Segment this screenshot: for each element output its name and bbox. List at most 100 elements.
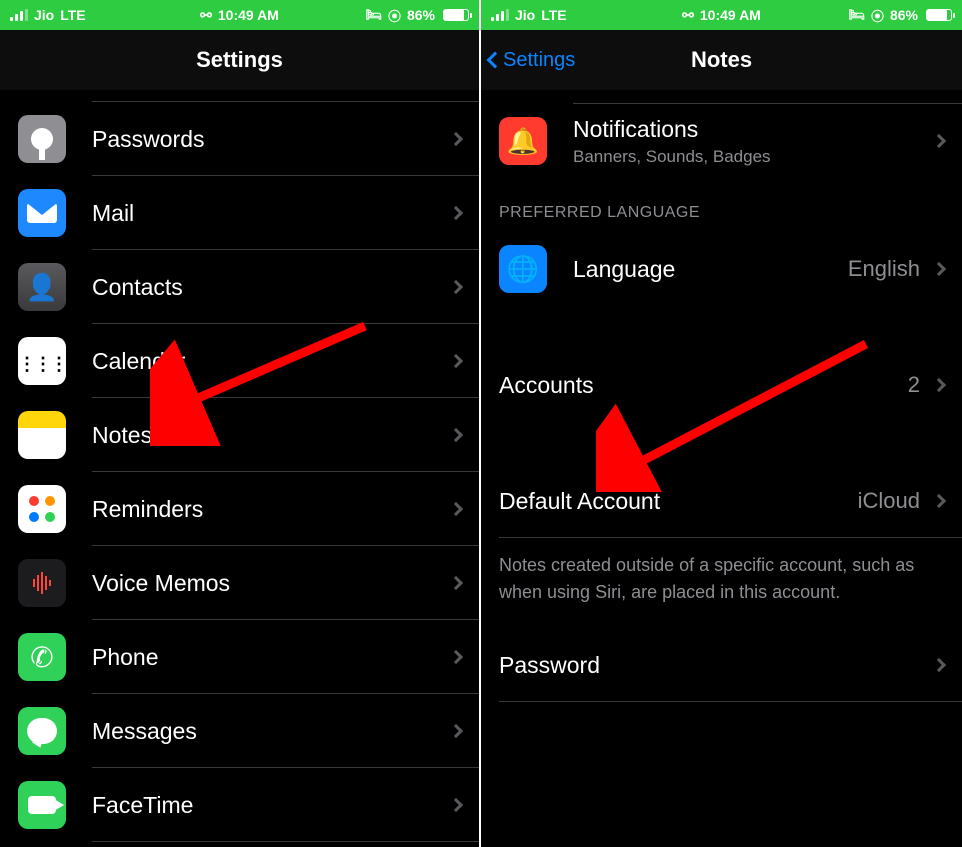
reminders-icon [18,485,66,533]
battery-pct-label: 86% [407,7,435,23]
dnd-driving-icon: 🛏 [848,7,865,23]
row-label: Default Account [499,488,858,515]
battery-icon [926,9,952,21]
hotspot-icon: ⚯ [200,7,212,24]
chevron-right-icon [449,724,463,738]
chevron-right-icon [449,428,463,442]
chevron-left-icon [487,52,504,69]
chevron-right-icon [932,134,946,148]
battery-icon [443,9,469,21]
chevron-right-icon [449,132,463,146]
row-messages[interactable]: Messages [0,694,479,768]
partial-row-top [92,90,479,102]
back-button[interactable]: Settings [489,30,575,90]
chevron-right-icon [449,206,463,220]
settings-list[interactable]: Passwords Mail 👤 Contacts ⋮⋮⋮ Calendar N… [0,90,479,847]
row-facetime[interactable]: FaceTime [0,768,479,842]
notes-settings-list[interactable]: 🔔 Notifications Banners, Sounds, Badges … [481,90,962,702]
clock-label: 10:49 AM [700,7,761,23]
row-accounts[interactable]: Accounts 2 [481,348,962,422]
row-label: Mail [92,200,451,227]
row-notifications[interactable]: 🔔 Notifications Banners, Sounds, Badges [481,104,962,178]
chevron-right-icon [449,576,463,590]
row-label: Passwords [92,126,451,153]
battery-pct-label: 86% [890,7,918,23]
row-value: English [848,256,920,282]
row-mail[interactable]: Mail [0,176,479,250]
nav-bar: Settings Notes [481,30,962,90]
dnd-driving-icon: 🛏 [365,7,382,23]
clock-label: 10:49 AM [218,7,279,23]
status-left: Jio LTE [10,7,86,23]
left-screen: Jio LTE ⚯ 10:49 AM 🛏 ⦿ 86% Settings Pass… [0,0,481,847]
row-sublabel: Banners, Sounds, Badges [573,147,934,167]
row-label: Messages [92,718,451,745]
carrier-label: Jio [34,7,54,23]
alarm-icon: ⦿ [388,6,401,25]
mail-icon [18,189,66,237]
row-language[interactable]: 🌐 Language English [481,232,962,306]
row-voice-memos[interactable]: Voice Memos [0,546,479,620]
chevron-right-icon [449,798,463,812]
row-label: Contacts [92,274,451,301]
hotspot-icon: ⚯ [682,7,694,24]
bell-icon: 🔔 [499,117,547,165]
signal-icon [491,9,509,21]
notes-icon [18,411,66,459]
key-icon [18,115,66,163]
row-contacts[interactable]: 👤 Contacts [0,250,479,324]
page-title: Settings [196,47,283,73]
carrier-label: Jio [515,7,535,23]
signal-icon [10,9,28,21]
status-bar: Jio LTE ⚯ 10:49 AM 🛏 ⦿ 86% [481,0,962,30]
row-siri-partial[interactable] [481,90,962,104]
alarm-icon: ⦿ [871,6,884,25]
row-label: Voice Memos [92,570,451,597]
row-phone[interactable]: ✆ Phone [0,620,479,694]
chevron-right-icon [449,650,463,664]
row-label: Phone [92,644,451,671]
row-value: iCloud [858,488,920,514]
row-label: Language [573,256,848,283]
status-right: 🛏 ⦿ 86% [848,6,952,25]
chevron-right-icon [932,262,946,276]
row-label: Notes [92,422,451,449]
row-label: FaceTime [92,792,451,819]
section-header-language: PREFERRED LANGUAGE [481,178,962,232]
voice-memos-icon [18,559,66,607]
status-center: ⚯ 10:49 AM [682,7,761,24]
phone-icon: ✆ [18,633,66,681]
calendar-icon: ⋮⋮⋮ [18,337,66,385]
status-right: 🛏 ⦿ 86% [365,6,469,25]
row-reminders[interactable]: Reminders [0,472,479,546]
chevron-right-icon [449,354,463,368]
status-bar: Jio LTE ⚯ 10:49 AM 🛏 ⦿ 86% [0,0,479,30]
row-passwords[interactable]: Passwords [0,102,479,176]
right-screen: Jio LTE ⚯ 10:49 AM 🛏 ⦿ 86% Settings Note… [481,0,962,847]
section-footer-default-account: Notes created outside of a specific acco… [481,538,962,628]
nav-bar: Settings [0,30,479,90]
row-label: Calendar [92,348,451,375]
row-label: Accounts [499,372,908,399]
section-spacer [481,422,962,464]
page-title: Notes [691,47,752,73]
chevron-right-icon [932,494,946,508]
row-label: Notifications [573,116,934,143]
row-value: 2 [908,372,920,398]
row-default-account[interactable]: Default Account iCloud [481,464,962,538]
globe-icon: 🌐 [499,245,547,293]
chevron-right-icon [449,502,463,516]
row-safari-partial[interactable] [0,842,479,847]
row-password[interactable]: Password [481,628,962,702]
status-center: ⚯ 10:49 AM [200,7,279,24]
status-left: Jio LTE [491,7,567,23]
back-label: Settings [503,49,575,72]
row-label: Reminders [92,496,451,523]
chevron-right-icon [932,378,946,392]
row-calendar[interactable]: ⋮⋮⋮ Calendar [0,324,479,398]
chevron-right-icon [449,280,463,294]
row-notes[interactable]: Notes [0,398,479,472]
facetime-icon [18,781,66,829]
messages-icon [18,707,66,755]
network-label: LTE [541,7,566,23]
